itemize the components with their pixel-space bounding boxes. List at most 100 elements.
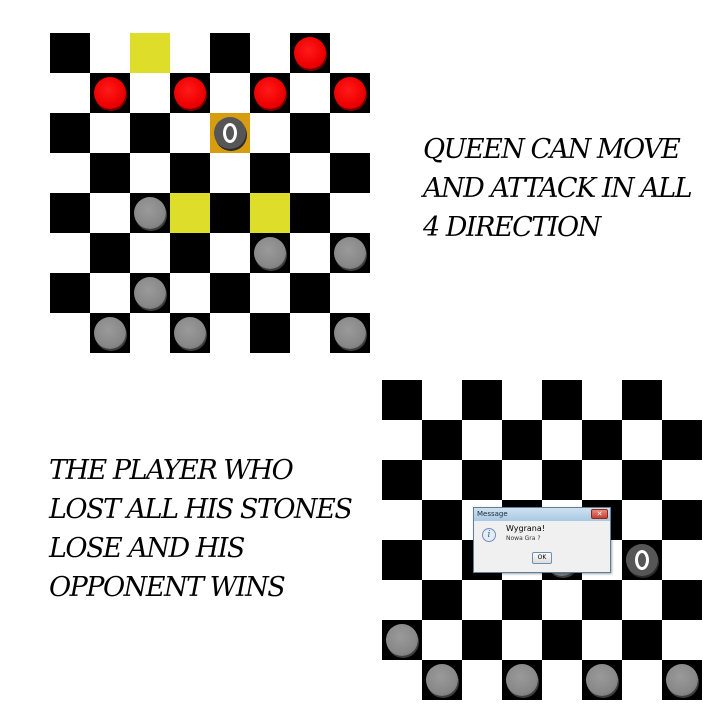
board-square[interactable] [622,460,662,500]
board-square[interactable] [210,313,250,353]
red-stone[interactable] [254,77,286,109]
board-square[interactable] [50,313,90,353]
board-square[interactable] [330,193,370,233]
board-square[interactable] [542,580,582,620]
board-square[interactable] [290,113,330,153]
board-square[interactable] [622,380,662,420]
board-square[interactable] [210,153,250,193]
board-square[interactable] [582,420,622,460]
board-square[interactable] [50,273,90,313]
board-square[interactable] [622,620,662,660]
board-square[interactable] [250,113,290,153]
board-square[interactable] [90,33,130,73]
board-square[interactable] [662,580,702,620]
board-square[interactable] [250,273,290,313]
board-square[interactable] [422,420,462,460]
board-square[interactable] [422,580,462,620]
board-square[interactable] [250,33,290,73]
board-square[interactable] [90,273,130,313]
board-square[interactable] [622,660,662,700]
board-square[interactable] [582,580,622,620]
gray-stone[interactable] [666,664,698,696]
board-square[interactable] [130,73,170,113]
board-square[interactable] [622,580,662,620]
board-square[interactable] [542,660,582,700]
board-square[interactable] [210,33,250,73]
board-square[interactable] [130,113,170,153]
board-square[interactable] [50,73,90,113]
gray-stone[interactable] [334,237,366,269]
gray-stone[interactable] [174,317,206,349]
board-square[interactable] [502,460,542,500]
board-square[interactable] [542,460,582,500]
board-square[interactable] [50,33,90,73]
board-square[interactable] [330,113,370,153]
board-square[interactable] [250,153,290,193]
board-square[interactable] [170,153,210,193]
board-square[interactable] [462,420,502,460]
board-square[interactable] [290,273,330,313]
board-square[interactable] [90,193,130,233]
board-square[interactable] [502,620,542,660]
board-square[interactable] [382,420,422,460]
board-square[interactable] [130,313,170,353]
board-square[interactable] [462,460,502,500]
board-square[interactable] [422,380,462,420]
board-square[interactable] [462,660,502,700]
red-stone[interactable] [174,77,206,109]
board-square[interactable] [662,500,702,540]
board-square[interactable] [170,273,210,313]
board-square[interactable] [170,193,210,233]
board-square[interactable] [382,580,422,620]
board-square[interactable] [170,233,210,273]
checkers-board-top[interactable] [50,33,370,353]
gray-stone[interactable] [586,664,618,696]
gray-stone[interactable] [254,237,286,269]
board-square[interactable] [130,33,170,73]
board-square[interactable] [542,620,582,660]
board-square[interactable] [662,420,702,460]
board-square[interactable] [170,113,210,153]
board-square[interactable] [422,460,462,500]
board-square[interactable] [542,380,582,420]
red-stone[interactable] [294,37,326,69]
gray-stone[interactable] [334,317,366,349]
board-square[interactable] [662,620,702,660]
board-square[interactable] [90,153,130,193]
board-square[interactable] [50,233,90,273]
board-square[interactable] [90,113,130,153]
dialog-titlebar[interactable]: Message ✕ [474,508,610,521]
board-square[interactable] [330,153,370,193]
red-stone[interactable] [94,77,126,109]
board-square[interactable] [462,580,502,620]
board-square[interactable] [170,33,210,73]
board-square[interactable] [250,193,290,233]
board-square[interactable] [462,380,502,420]
gray-stone[interactable] [134,197,166,229]
board-square[interactable] [130,233,170,273]
board-square[interactable] [542,420,582,460]
board-square[interactable] [50,153,90,193]
board-square[interactable] [382,460,422,500]
gray-stone[interactable] [426,664,458,696]
board-square[interactable] [50,113,90,153]
close-icon[interactable]: ✕ [591,509,608,519]
board-square[interactable] [290,73,330,113]
gray-stone[interactable] [94,317,126,349]
gray-stone[interactable] [506,664,538,696]
board-square[interactable] [582,380,622,420]
board-square[interactable] [502,380,542,420]
board-square[interactable] [382,660,422,700]
ok-button[interactable]: OK [532,552,552,564]
board-square[interactable] [290,193,330,233]
board-square[interactable] [250,313,290,353]
gray-queen-stone[interactable] [214,117,246,149]
board-square[interactable] [50,193,90,233]
board-square[interactable] [210,73,250,113]
board-square[interactable] [210,233,250,273]
board-square[interactable] [662,460,702,500]
board-square[interactable] [662,540,702,580]
board-square[interactable] [622,500,662,540]
board-square[interactable] [290,153,330,193]
board-square[interactable] [502,420,542,460]
